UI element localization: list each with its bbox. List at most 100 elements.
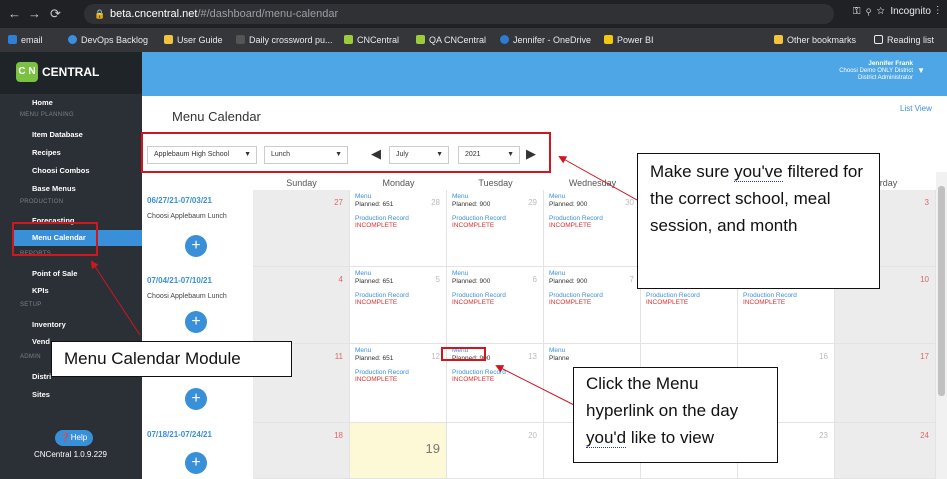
menu-link[interactable]: Menu bbox=[355, 270, 371, 277]
zoom-icon[interactable]: ⚲ bbox=[866, 6, 871, 17]
bookmark-crossword[interactable]: Daily crossword pu... bbox=[236, 35, 333, 45]
sidebar-item-districts[interactable]: Distri bbox=[32, 372, 51, 381]
day-number: 12 bbox=[431, 352, 440, 361]
user-role: District Administrator bbox=[857, 75, 913, 81]
bookmark-email[interactable]: email bbox=[8, 35, 43, 45]
calendar-day-cell[interactable]: 30 Menu Planned: 900 Production Record INCOM… bbox=[544, 190, 641, 267]
address-bar[interactable]: 🔒 beta.cncentral.net/#/dashboard/menu-ca… bbox=[84, 4, 834, 24]
sidebar-section-menu-planning: MENU PLANNING bbox=[20, 112, 74, 118]
calendar-day-cell[interactable]: 29 Menu Planned: 900 Production Record INCOM… bbox=[447, 190, 544, 267]
sidebar-item-base-menus[interactable]: Base Menus bbox=[32, 184, 76, 193]
calendar-day-cell[interactable]: 20 bbox=[447, 423, 544, 479]
bookmark-devops[interactable]: DevOps Backlog bbox=[68, 35, 148, 45]
planned-count: Planned: 651 bbox=[355, 355, 394, 362]
add-week-button[interactable]: + bbox=[185, 235, 207, 257]
menu-link[interactable]: Menu bbox=[452, 270, 468, 277]
app-logo[interactable]: C N CENTRAL bbox=[0, 52, 142, 94]
reload-icon[interactable]: ⟳ bbox=[50, 6, 61, 22]
add-week-button[interactable]: + bbox=[185, 311, 207, 333]
production-record-link[interactable]: Production Record bbox=[549, 292, 603, 299]
logo-mark: C N bbox=[16, 62, 38, 82]
calendar-day-cell[interactable]: 4 bbox=[253, 267, 350, 344]
day-number: 24 bbox=[920, 431, 929, 440]
key-icon: ⚿ bbox=[852, 6, 861, 17]
menu-link[interactable]: Menu bbox=[355, 193, 371, 200]
user-name: Jennifer Frank bbox=[868, 60, 913, 67]
calendar-day-cell[interactable]: 5 Menu Planned: 651 Production Record INCOMP… bbox=[350, 267, 447, 344]
user-menu[interactable]: Jennifer Frank Choosi Demo ONLY District… bbox=[839, 60, 913, 82]
week-label-2: Choosi Applebaum Lunch bbox=[147, 293, 227, 300]
production-record-link[interactable]: Production Record bbox=[743, 292, 797, 299]
calendar-day-cell[interactable]: 6 Menu Planned: 900 Production Record INCOMP… bbox=[447, 267, 544, 344]
bookmark-user-guide[interactable]: User Guide bbox=[164, 35, 223, 45]
help-button[interactable]: ❓Help bbox=[55, 430, 93, 446]
production-record-link[interactable]: Production Record bbox=[452, 292, 506, 299]
star-icon[interactable]: ☆ bbox=[877, 6, 885, 17]
calendar-day-cell[interactable]: 27 bbox=[253, 190, 350, 267]
status-incomplete: INCOMPLETE bbox=[743, 299, 786, 306]
scrollbar-thumb[interactable] bbox=[938, 186, 945, 396]
sidebar-item-choosi-combos[interactable]: Choosi Combos bbox=[32, 166, 90, 175]
user-district: Choosi Demo ONLY District bbox=[839, 68, 913, 74]
menu-link[interactable]: Menu bbox=[355, 347, 371, 354]
add-week-button[interactable]: + bbox=[185, 388, 207, 410]
sidebar-item-inventory[interactable]: Inventory bbox=[32, 320, 66, 329]
production-record-link[interactable]: Production Record bbox=[452, 369, 506, 376]
menu-kebab-icon[interactable]: ⋮ bbox=[937, 6, 940, 17]
day-number: 20 bbox=[528, 431, 537, 440]
filter-callout: Make sure you've filtered for the correc… bbox=[637, 153, 880, 289]
menu-link[interactable]: Menu bbox=[549, 347, 565, 354]
add-week-button[interactable]: + bbox=[185, 452, 207, 474]
module-callout: Menu Calendar Module bbox=[51, 341, 292, 377]
sidebar-item-point-of-sale[interactable]: Point of Sale bbox=[32, 269, 77, 278]
production-record-link[interactable]: Production Record bbox=[452, 215, 506, 222]
sidebar-item-item-database[interactable]: Item Database bbox=[32, 130, 83, 139]
production-record-link[interactable]: Production Record bbox=[355, 292, 409, 299]
app-version: CNCentral 1.0.9.229 bbox=[34, 450, 107, 459]
browser-toolbar: ← → ⟳ 🔒 beta.cncentral.net/#/dashboard/m… bbox=[0, 0, 947, 28]
production-record-link[interactable]: Production Record bbox=[355, 369, 409, 376]
menu-link[interactable]: Menu bbox=[549, 270, 565, 277]
production-record-link[interactable]: Production Record bbox=[355, 215, 409, 222]
sidebar: C N CENTRAL Home MENU PLANNING Item Data… bbox=[0, 52, 142, 479]
sidebar-item-sites[interactable]: Sites bbox=[32, 390, 50, 399]
calendar-day-cell[interactable]: 17 bbox=[835, 344, 936, 423]
calendar-day-cell[interactable]: 12 Menu Planned: 651 Production Record INCOM… bbox=[350, 344, 447, 423]
chevron-down-icon[interactable]: ▼ bbox=[917, 66, 925, 75]
day-number: 7 bbox=[629, 275, 634, 284]
production-record-link[interactable]: Production Record bbox=[549, 215, 603, 222]
callout-text: like to view bbox=[626, 428, 714, 447]
bookmark-qa-cncentral[interactable]: QA CNCentral bbox=[416, 35, 486, 45]
calendar-day-cell[interactable]: 7 Menu Planned: 900 Production Record INCOMP… bbox=[544, 267, 641, 344]
sidebar-item-vendors[interactable]: Vend bbox=[32, 337, 50, 346]
bookmark-cncentral[interactable]: CNCentral bbox=[344, 35, 399, 45]
day-number: 19 bbox=[425, 441, 440, 456]
other-bookmarks[interactable]: Other bookmarks bbox=[774, 35, 856, 45]
menu-link[interactable]: Menu bbox=[452, 193, 468, 200]
day-header-tuesday: Tuesday bbox=[478, 178, 513, 188]
calendar-day-cell[interactable]: 19 bbox=[350, 423, 447, 479]
forward-icon[interactable]: → bbox=[28, 6, 41, 21]
day-number: 5 bbox=[435, 275, 440, 284]
production-record-link[interactable]: Production Record bbox=[646, 292, 700, 299]
sidebar-item-home[interactable]: Home bbox=[32, 98, 53, 107]
bookmark-onedrive[interactable]: Jennifer - OneDrive bbox=[500, 35, 591, 45]
calendar-day-cell[interactable]: 18 bbox=[253, 423, 350, 479]
list-view-link[interactable]: List View bbox=[900, 104, 932, 113]
back-icon[interactable]: ← bbox=[8, 6, 21, 21]
calendar-day-cell[interactable]: 28 Menu Planned: 651 Production Record INCOM… bbox=[350, 190, 447, 267]
help-label: Help bbox=[70, 433, 88, 442]
calendar-day-cell[interactable]: 24 bbox=[835, 423, 936, 479]
callout-text: Make sure bbox=[650, 162, 735, 181]
app-header: Jennifer Frank Choosi Demo ONLY District… bbox=[142, 52, 947, 96]
day-header-sunday: Sunday bbox=[286, 178, 317, 188]
status-incomplete: INCOMPLETE bbox=[355, 222, 398, 229]
reading-list[interactable]: Reading list bbox=[874, 35, 934, 45]
sidebar-item-recipes[interactable]: Recipes bbox=[32, 148, 61, 157]
bookmark-power-bi[interactable]: Power BI bbox=[604, 35, 654, 45]
sidebar-item-kpis[interactable]: KPIs bbox=[32, 286, 49, 295]
day-header-wednesday: Wednesday bbox=[568, 178, 617, 188]
menu-link[interactable]: Menu bbox=[549, 193, 565, 200]
profile-badge[interactable]: ⚿ ⚲ ☆ Incognito ⋮ bbox=[853, 6, 939, 17]
scrollbar[interactable] bbox=[936, 172, 947, 479]
